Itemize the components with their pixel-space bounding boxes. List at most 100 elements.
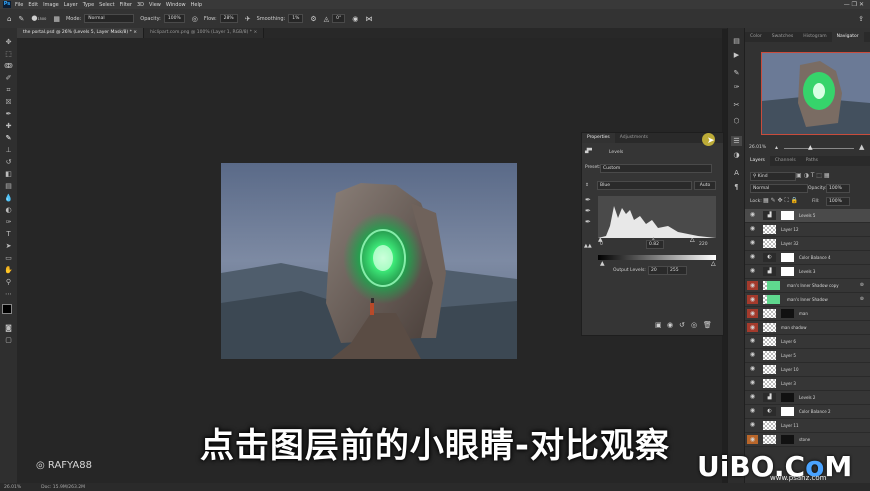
tab-swatches[interactable]: Swatches <box>767 32 799 42</box>
input-black-value[interactable]: 0 <box>600 242 603 247</box>
visibility-eye-icon[interactable]: ◉ <box>747 323 758 332</box>
layer-mask-thumbnail[interactable] <box>781 393 794 402</box>
preset-select[interactable]: Custom <box>600 164 712 173</box>
photoshop-logo-icon[interactable]: Ps <box>3 1 11 8</box>
move-tool-icon[interactable]: ✥ <box>3 38 14 47</box>
brush-tool-icon[interactable]: ✎ <box>18 15 24 23</box>
visibility-eye-icon[interactable]: ◉ <box>749 240 756 246</box>
screen-mode-icon[interactable]: ▢ <box>3 336 14 345</box>
eyedropper-tool-icon[interactable]: ✒ <box>3 110 14 119</box>
visibility-eye-icon[interactable]: ◉ <box>749 366 756 372</box>
layer-row[interactable]: ◉ Layer 6 <box>745 335 870 349</box>
layer-opacity-field[interactable]: 100% <box>826 184 850 193</box>
brush-settings-icon[interactable]: ▦ <box>53 15 60 23</box>
layer-mask-thumbnail[interactable] <box>781 211 794 220</box>
properties-icon[interactable]: ☰ <box>731 136 742 146</box>
layer-mask-thumbnail[interactable] <box>781 309 794 318</box>
layer-row[interactable]: ◉ ◐ Color Balance 2 <box>745 405 870 419</box>
tab-paths[interactable]: Paths <box>801 156 823 166</box>
eraser-tool-icon[interactable]: ◧ <box>3 170 14 179</box>
home-icon[interactable]: ⌂ <box>7 15 11 23</box>
black-eyedropper-icon[interactable]: ✒ <box>585 196 591 204</box>
menu-layer[interactable]: Layer <box>64 2 78 8</box>
navigator-preview[interactable] <box>761 52 870 135</box>
output-black-slider[interactable]: ▲ <box>600 260 605 267</box>
shape-tool-icon[interactable]: ▭ <box>3 254 14 263</box>
layer-row[interactable]: ◉ ▟ Levels 3 <box>745 265 870 279</box>
hand-tool-icon[interactable]: ✋ <box>3 266 14 275</box>
layer-mask-thumbnail[interactable] <box>767 295 780 304</box>
menu-select[interactable]: Select <box>99 2 114 8</box>
paragraph-icon[interactable]: ¶ <box>731 182 742 192</box>
tab-color[interactable]: Color <box>745 32 767 42</box>
menu-view[interactable]: View <box>149 2 161 8</box>
layer-row[interactable]: ◉ ▟ Levels 5 <box>745 209 870 223</box>
marquee-tool-icon[interactable]: ⬚ <box>3 50 14 59</box>
airbrush-icon[interactable]: ✈ <box>245 15 251 23</box>
gray-eyedropper-icon[interactable]: ✒ <box>585 207 591 215</box>
layer-row[interactable]: ◉ man shadow <box>745 321 870 335</box>
close-tab-icon[interactable]: × <box>133 30 137 35</box>
layer-mask-thumbnail[interactable] <box>781 253 794 262</box>
menu-file[interactable]: File <box>15 2 23 8</box>
zoom-slider-thumb[interactable]: ▲ <box>808 144 813 151</box>
type-tool-icon[interactable]: T <box>3 230 14 239</box>
tab-channels[interactable]: Channels <box>770 156 801 166</box>
menu-filter[interactable]: Filter <box>120 2 132 8</box>
blur-tool-icon[interactable]: 💧 <box>3 194 14 203</box>
visibility-eye-icon[interactable]: ◉ <box>749 338 756 344</box>
flow-field[interactable]: 28% <box>219 14 238 23</box>
fill-field[interactable]: 100% <box>826 197 850 206</box>
clone-stamp-tool-icon[interactable]: ⊥ <box>3 146 14 155</box>
share-icon[interactable]: ⇪ <box>858 15 864 23</box>
dodge-tool-icon[interactable]: ◐ <box>3 206 14 215</box>
history-icon[interactable]: ▤ <box>731 36 742 46</box>
layer-filter-icons[interactable]: ▣ ◑ T ⬚ ▦ <box>796 172 830 179</box>
path-select-tool-icon[interactable]: ➤ <box>3 242 14 251</box>
layer-row[interactable]: ◉ man <box>745 307 870 321</box>
layer-mask-thumbnail[interactable] <box>767 281 780 290</box>
clipping-warning-icon[interactable]: ▲▲ <box>584 243 592 249</box>
angle-field[interactable]: 0° <box>332 14 346 23</box>
pressure-opacity-icon[interactable]: ◎ <box>192 15 198 23</box>
visibility-eye-icon[interactable]: ◉ <box>749 268 756 274</box>
tab-properties[interactable]: Properties <box>582 133 615 143</box>
lasso-tool-icon[interactable]: ↂ <box>3 62 14 71</box>
layer-row[interactable]: ◉ Layer 3 <box>745 377 870 391</box>
blend-mode-select[interactable]: Normal <box>750 184 808 193</box>
navigator-zoom-value[interactable]: 26.01% <box>749 145 766 150</box>
layer-effects-icon[interactable]: ⊚ <box>860 282 864 288</box>
3d-icon[interactable]: ⬡ <box>731 116 742 126</box>
zoom-out-icon[interactable]: ▴ <box>775 144 778 151</box>
tab-adjustments[interactable]: Adjustments <box>615 133 653 143</box>
layer-row[interactable]: ◉ Layer 10 <box>745 363 870 377</box>
visibility-eye-icon[interactable]: ◉ <box>747 295 758 304</box>
white-point-slider[interactable]: △ <box>690 236 695 243</box>
gradient-tool-icon[interactable]: ▤ <box>3 182 14 191</box>
zoom-in-icon[interactable]: ▲ <box>859 143 864 151</box>
output-white-field[interactable]: 255 <box>667 266 687 275</box>
crop-tool-icon[interactable]: ⌗ <box>3 86 14 95</box>
layer-row[interactable]: ◉ man's Inner Shadow ⊚ <box>745 293 870 307</box>
frame-tool-icon[interactable]: ☒ <box>3 98 14 107</box>
quick-mask-icon[interactable]: ◙ <box>3 324 14 333</box>
visibility-eye-icon[interactable]: ◉ <box>747 281 758 290</box>
input-white-value[interactable]: 220 <box>699 242 708 247</box>
layer-row[interactable]: ◉ ▟ Levels 2 <box>745 391 870 405</box>
output-white-slider[interactable]: △ <box>711 260 716 267</box>
brush-settings-icon[interactable]: ✎ <box>731 68 742 78</box>
layer-mask-thumbnail[interactable] <box>781 267 794 276</box>
close-tab-icon[interactable]: × <box>253 30 257 35</box>
tab-navigator[interactable]: Navigator <box>831 32 864 42</box>
menu-type[interactable]: Type <box>83 2 94 8</box>
layer-row[interactable]: ◉ Layer 12 <box>745 223 870 237</box>
pressure-size-icon[interactable]: ◉ <box>352 15 358 23</box>
visibility-eye-icon[interactable]: ◉ <box>749 394 756 400</box>
quick-select-tool-icon[interactable]: ✐ <box>3 74 14 83</box>
pen-tool-icon[interactable]: ✑ <box>3 218 14 227</box>
character-icon[interactable]: A <box>731 168 742 178</box>
visibility-eye-icon[interactable]: ◉ <box>747 309 758 318</box>
mode-select[interactable]: Normal <box>84 14 135 23</box>
history-brush-tool-icon[interactable]: ↺ <box>3 158 14 167</box>
opacity-field[interactable]: 100% <box>163 14 185 23</box>
